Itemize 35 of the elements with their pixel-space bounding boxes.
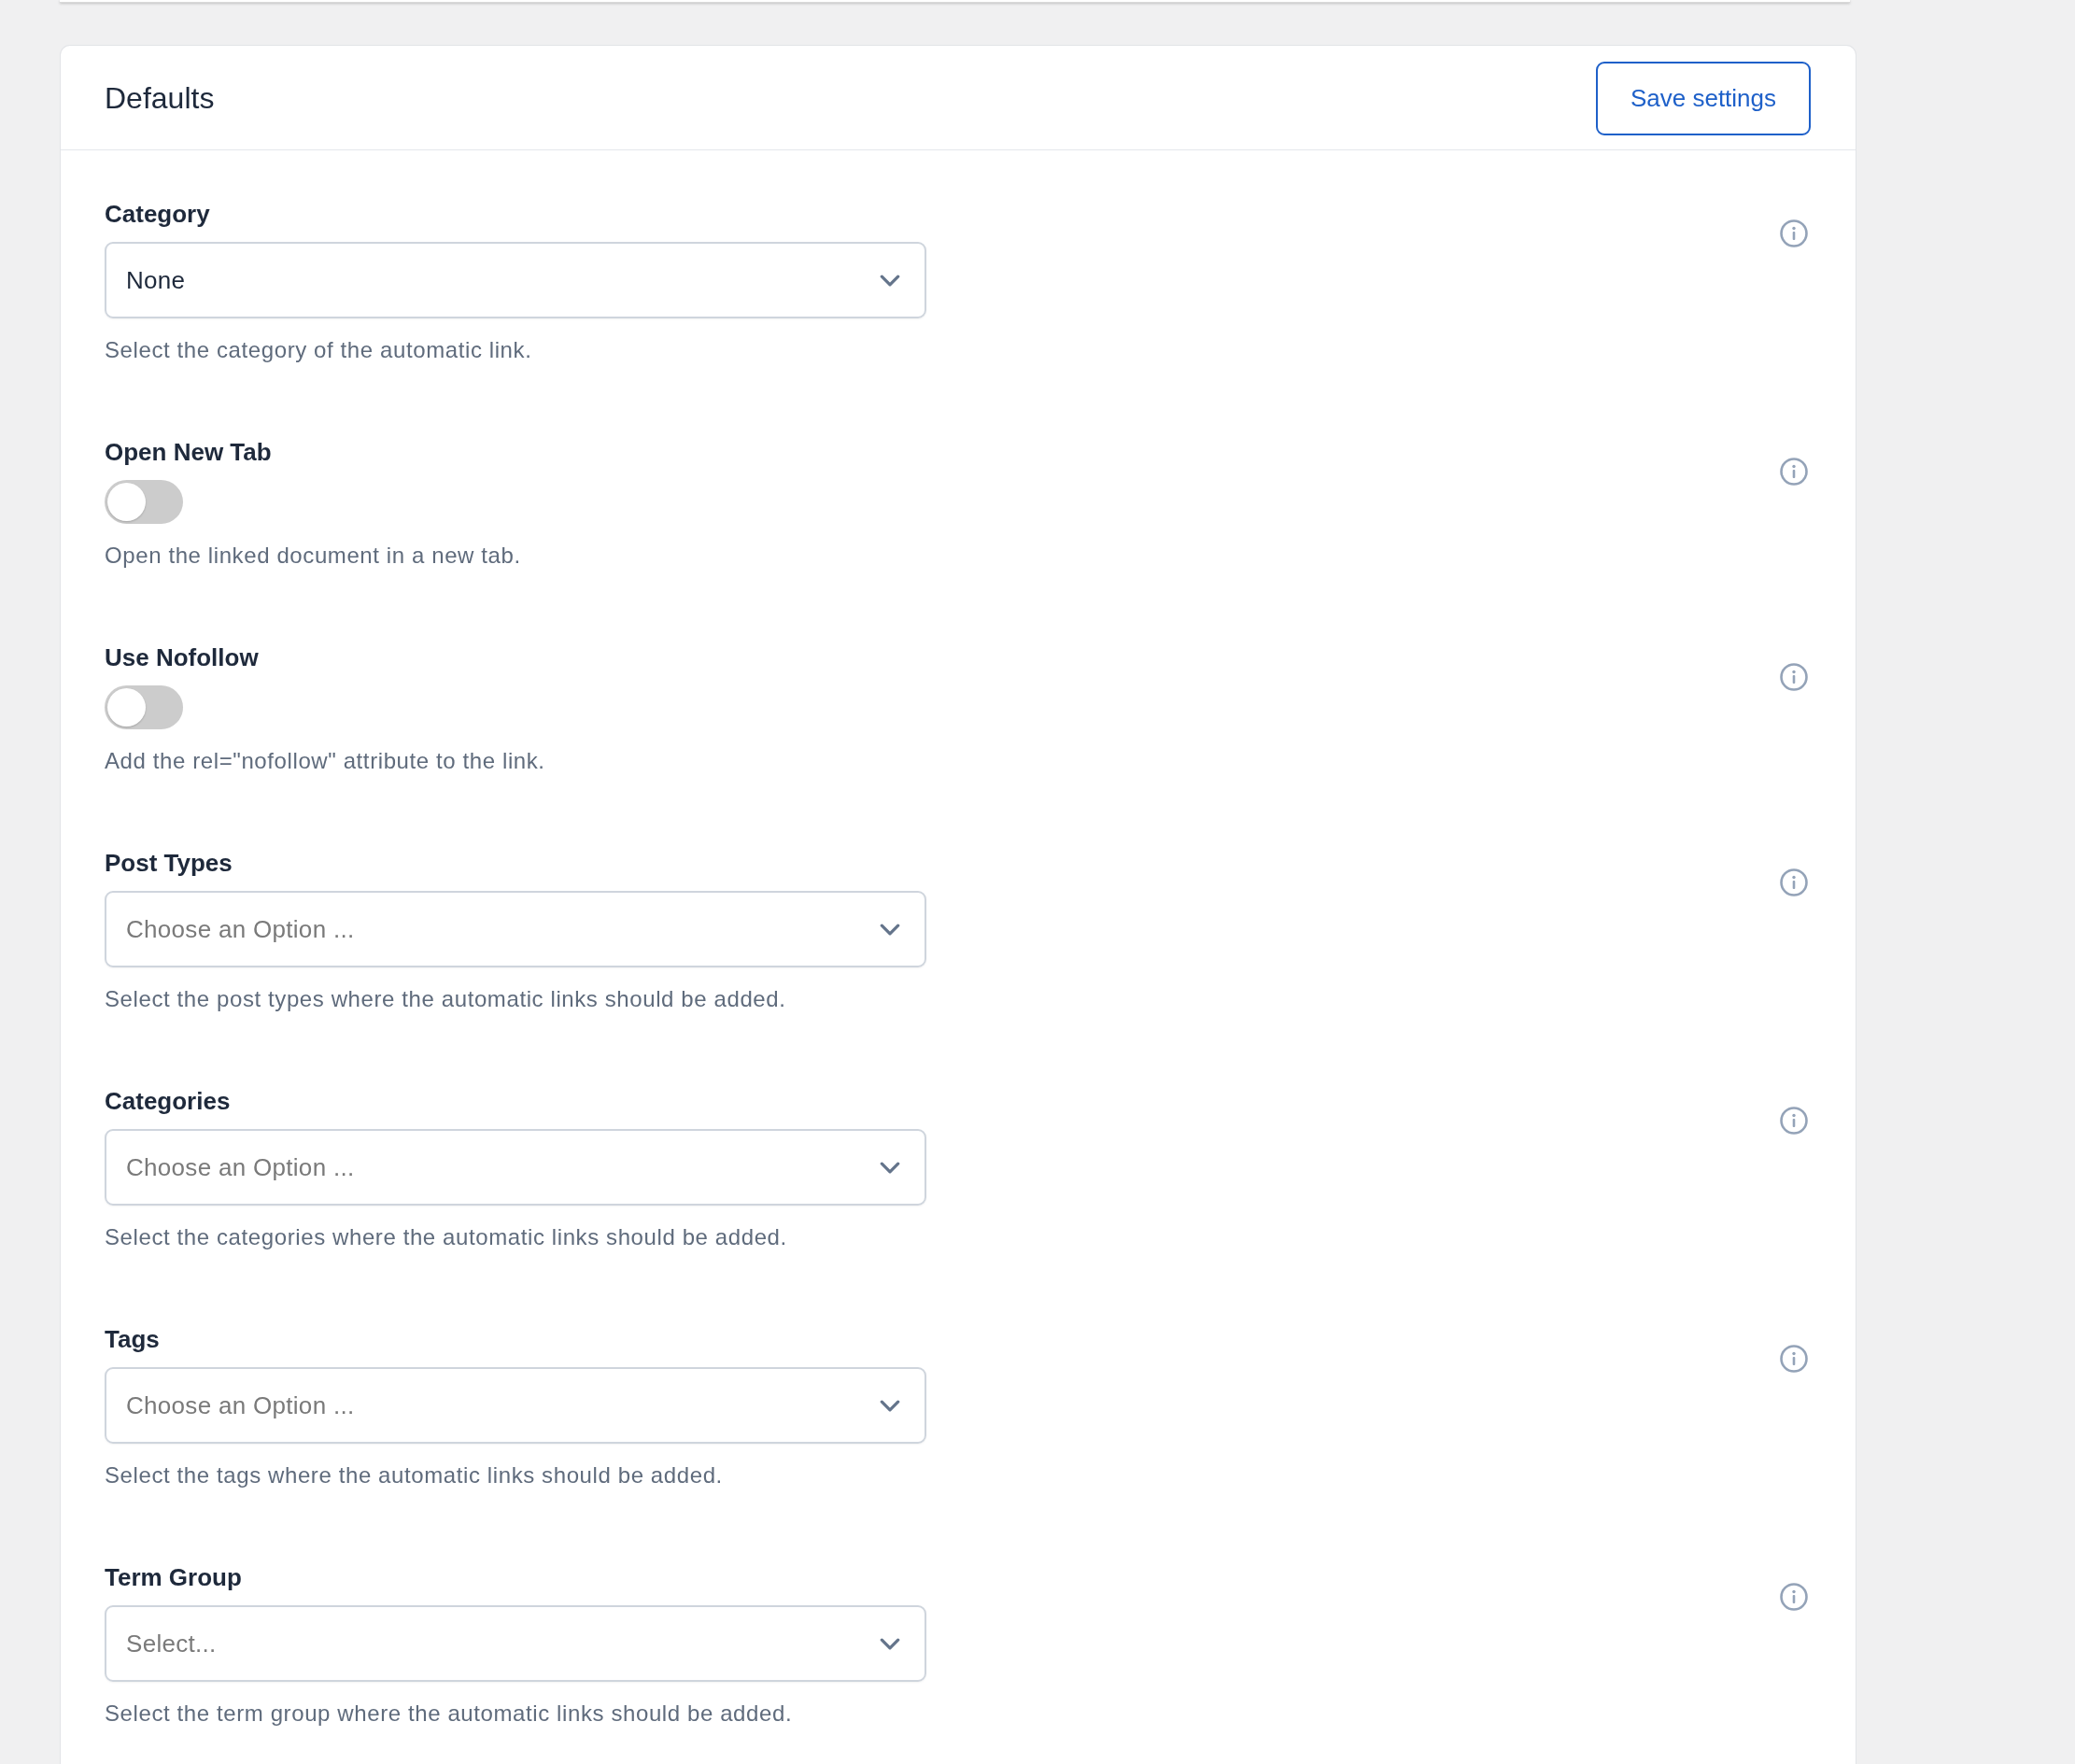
info-icon[interactable]: [1780, 219, 1808, 247]
chevron-down-icon: [880, 1637, 900, 1650]
field-label: Categories: [105, 1086, 231, 1117]
info-icon[interactable]: [1780, 1107, 1808, 1135]
field-label: Category: [105, 199, 210, 230]
field-label: Tags: [105, 1324, 160, 1355]
chevron-down-icon: [880, 274, 900, 287]
info-icon[interactable]: [1780, 868, 1808, 896]
field-description: Add the rel="nofollow" attribute to the link.: [105, 747, 545, 775]
field-label: Open New Tab: [105, 437, 272, 468]
field-description: Select the category of the automatic link.: [105, 336, 532, 364]
info-icon[interactable]: [1780, 1345, 1808, 1373]
toggle-switch[interactable]: [105, 685, 183, 729]
chevron-down-icon: [880, 1399, 900, 1412]
field-description: Select the categories where the automatic links should be added.: [105, 1223, 787, 1251]
save-settings-button[interactable]: Save settings: [1596, 61, 1811, 135]
info-icon[interactable]: [1780, 663, 1808, 691]
field-description: Select the post types where the automatic links should be added.: [105, 985, 786, 1013]
field-description: Open the linked document in a new tab.: [105, 542, 521, 570]
select-field[interactable]: Choose an Option ...: [105, 1129, 926, 1206]
select-field[interactable]: Choose an Option ...: [105, 891, 926, 967]
select-field[interactable]: Choose an Option ...: [105, 1367, 926, 1444]
field-label: Term Group: [105, 1562, 242, 1593]
field-description: Select the tags where the automatic links should be added.: [105, 1461, 723, 1489]
info-icon[interactable]: [1780, 1583, 1808, 1611]
select-field[interactable]: Select...: [105, 1605, 926, 1682]
panel-title: Defaults: [105, 79, 215, 117]
chevron-down-icon: [880, 1161, 900, 1174]
select-field[interactable]: None: [105, 242, 926, 318]
toggle-switch[interactable]: [105, 480, 183, 524]
chevron-down-icon: [880, 923, 900, 936]
info-icon[interactable]: [1780, 458, 1808, 486]
field-description: Select the term group where the automatic links should be added.: [105, 1700, 793, 1728]
field-label: Post Types: [105, 848, 233, 879]
field-label: Use Nofollow: [105, 642, 259, 673]
